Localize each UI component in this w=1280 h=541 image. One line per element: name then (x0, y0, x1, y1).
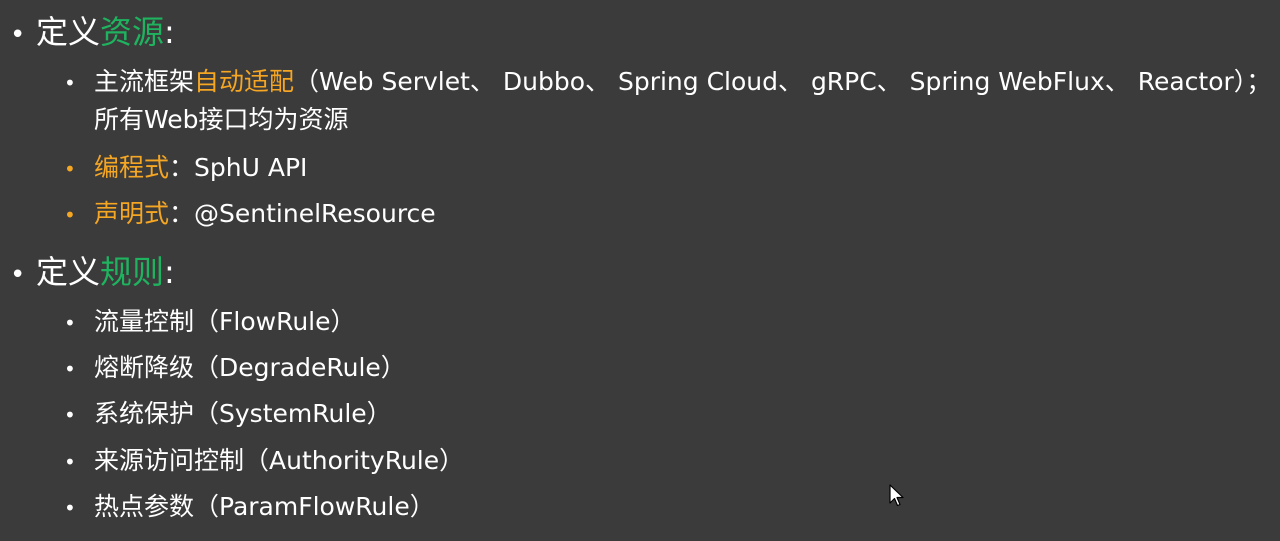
item-highlight: 自动适配 (194, 67, 295, 96)
list-item-declarative: • 声明式：@SentinelResource (64, 196, 436, 233)
list-item-programmatic: • 编程式：SphU API (64, 150, 307, 187)
slide: • 定义资源: • 主流框架自动适配（Web Servlet、 Dubbo、 Spr… (0, 0, 1280, 541)
item-text: 系统保护（SystemRule） (94, 399, 392, 428)
list-item-auto-adapt: • 主流框架自动适配（Web Servlet、 Dubbo、 Spring Clo… (64, 64, 1271, 101)
heading-define-rules: • 定义规则: (10, 252, 175, 295)
item-text: 流量控制（FlowRule） (94, 307, 356, 336)
heading-define-resource: • 定义资源: (10, 12, 175, 55)
heading-prefix: 定义 (36, 253, 101, 291)
item-label: 声明式 (94, 199, 170, 228)
list-item-continuation: 所有Web接口均为资源 (94, 105, 349, 134)
heading-highlight: 资源 (100, 13, 165, 51)
bullet-dot-icon: • (64, 203, 76, 227)
heading-prefix: 定义 (36, 13, 101, 51)
heading-suffix: : (164, 253, 175, 291)
bullet-dot-icon: • (10, 260, 26, 290)
heading-highlight: 规则 (100, 253, 165, 291)
bullet-dot-icon: • (64, 157, 76, 181)
item-text: ：SphU API (169, 153, 308, 182)
list-item-flow-rule: • 流量控制（FlowRule） (64, 304, 356, 341)
item-text: （Web Servlet、 Dubbo、 Spring Cloud、 gRPC、… (294, 67, 1272, 96)
bullet-dot-icon: • (64, 403, 76, 427)
heading-suffix: : (164, 13, 175, 51)
list-item-degrade-rule: • 熔断降级（DegradeRule） (64, 350, 406, 387)
item-text: 熔断降级（DegradeRule） (94, 353, 406, 382)
bullet-dot-icon: • (10, 20, 26, 50)
item-text: 热点参数（ParamFlowRule） (94, 492, 435, 521)
mouse-pointer-icon (889, 484, 904, 507)
bullet-dot-icon: • (64, 311, 76, 335)
list-item-system-rule: • 系统保护（SystemRule） (64, 396, 392, 433)
item-text: ：@SentinelResource (169, 199, 436, 228)
list-item-authority-rule: • 来源访问控制（AuthorityRule） (64, 443, 464, 480)
bullet-dot-icon: • (64, 71, 76, 95)
item-text: 主流框架 (94, 67, 195, 96)
bullet-dot-icon: • (64, 357, 76, 381)
item-label: 编程式 (94, 153, 170, 182)
bullet-dot-icon: • (64, 496, 76, 520)
item-text: 来源访问控制（AuthorityRule） (94, 446, 465, 475)
list-item-param-flow-rule: • 热点参数（ParamFlowRule） (64, 489, 435, 526)
bullet-dot-icon: • (64, 450, 76, 474)
